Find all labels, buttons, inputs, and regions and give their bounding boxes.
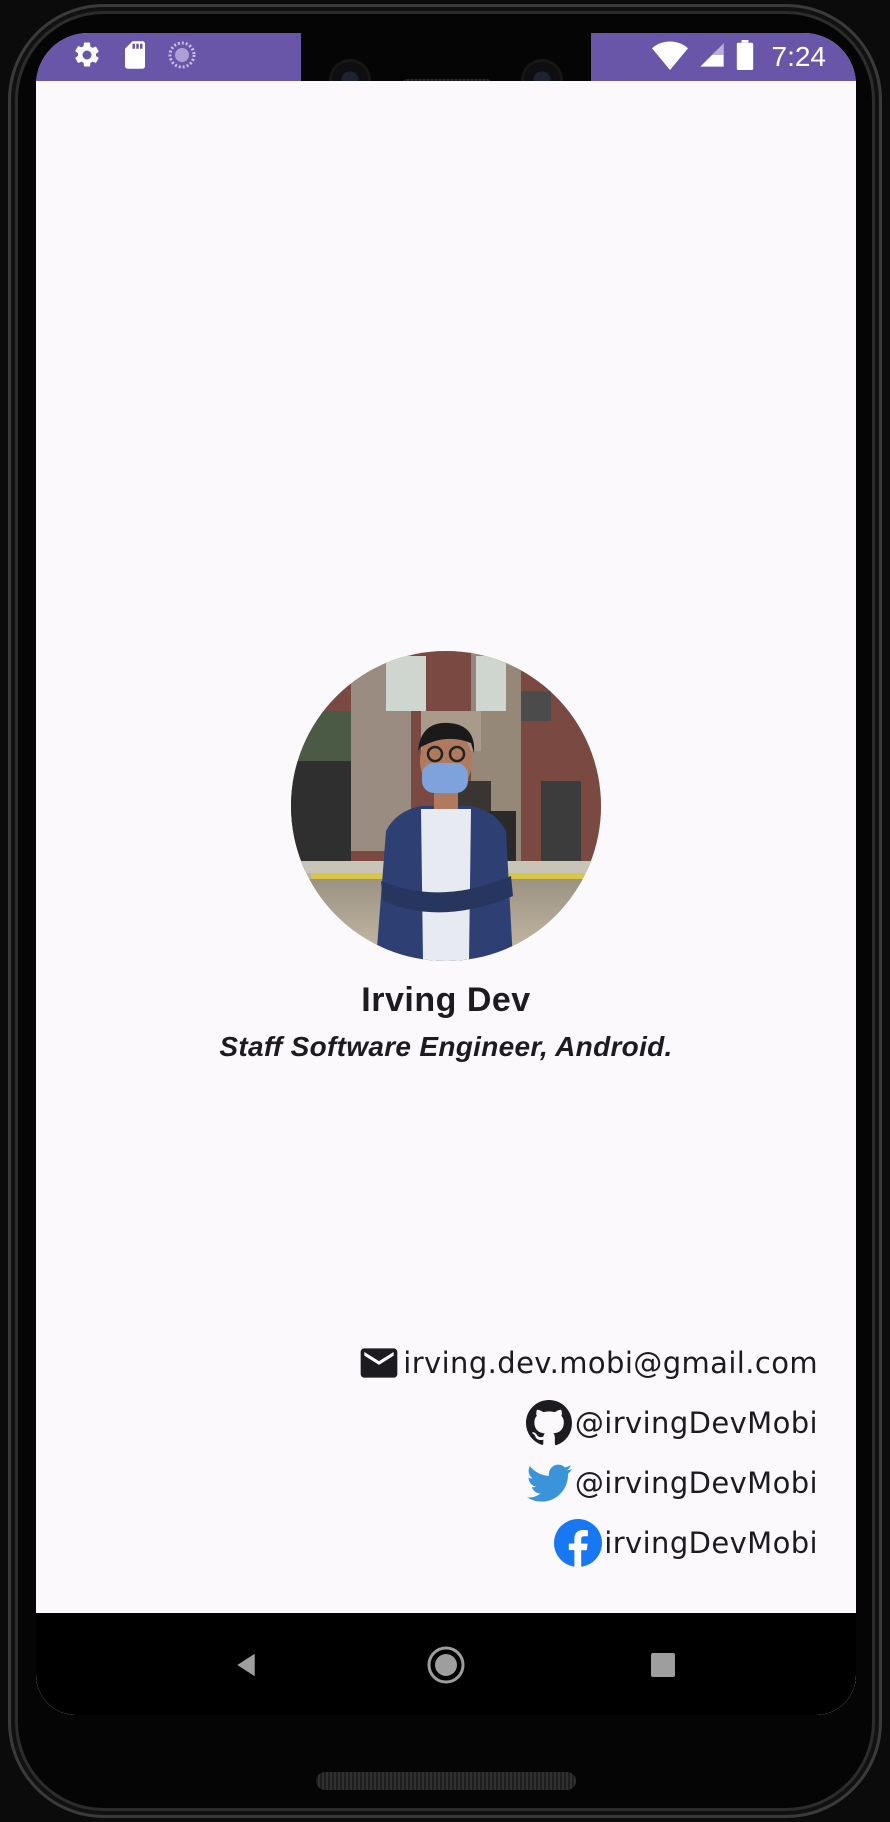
profile-title: Staff Software Engineer, Android.: [219, 1031, 673, 1062]
contact-facebook[interactable]: irvingDevMobi: [554, 1513, 818, 1573]
github-icon: [525, 1399, 573, 1447]
contact-github-text: @irvingDevMobi: [574, 1406, 818, 1440]
profile-name: Irving Dev: [361, 981, 531, 1019]
contact-email[interactable]: irving.dev.mobi@gmail.com: [357, 1333, 818, 1393]
device-frame: 7:24 Irving Dev Staff Software Engineer,…: [0, 0, 890, 1822]
gear-icon: [72, 40, 102, 75]
avatar: [291, 651, 601, 961]
status-left-icons: [72, 40, 196, 75]
home-icon: [427, 1646, 465, 1684]
status-right-icons: 7:24: [651, 39, 827, 75]
wifi-icon: [651, 40, 688, 75]
back-icon: [237, 1653, 255, 1677]
loading-icon: [168, 41, 196, 74]
navigation-bar: [36, 1613, 856, 1715]
app-content: Irving Dev Staff Software Engineer, Andr…: [36, 81, 856, 1613]
sd-card-icon: [122, 40, 148, 75]
clock: 7:24: [771, 41, 827, 72]
contact-github[interactable]: @irvingDevMobi: [525, 1393, 818, 1453]
recents-button[interactable]: [635, 1637, 691, 1693]
battery-icon: [736, 39, 754, 75]
email-icon: [357, 1341, 401, 1385]
recents-icon: [651, 1653, 675, 1677]
contact-email-text: irving.dev.mobi@gmail.com: [403, 1346, 818, 1380]
cell-signal-icon: [698, 41, 726, 74]
bottom-speaker-grille: [316, 1772, 576, 1790]
screen: 7:24 Irving Dev Staff Software Engineer,…: [36, 33, 856, 1715]
profile-photo: [291, 651, 601, 961]
twitter-icon: [526, 1460, 573, 1506]
contact-list: irving.dev.mobi@gmail.com @irvingDevMobi…: [357, 1333, 818, 1573]
back-button[interactable]: [218, 1637, 274, 1693]
contact-twitter-text: @irvingDevMobi: [574, 1466, 818, 1500]
facebook-icon: [554, 1519, 603, 1567]
contact-facebook-text: irvingDevMobi: [604, 1526, 818, 1560]
contact-twitter[interactable]: @irvingDevMobi: [526, 1453, 818, 1513]
home-button[interactable]: [418, 1637, 474, 1693]
